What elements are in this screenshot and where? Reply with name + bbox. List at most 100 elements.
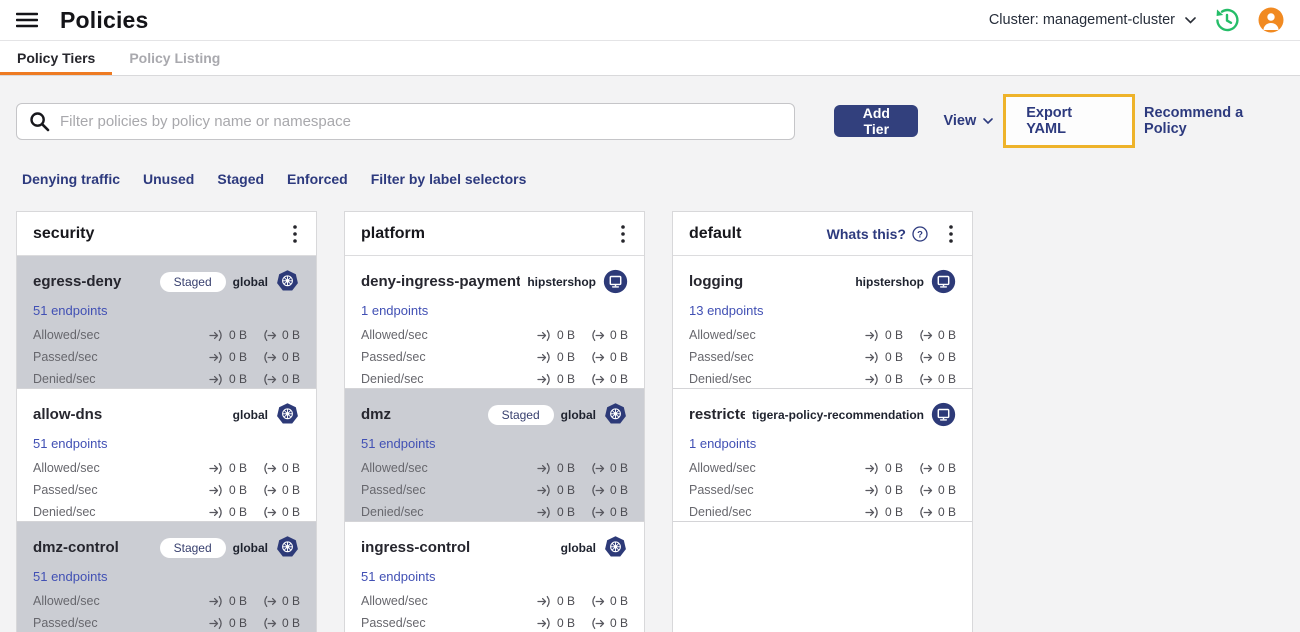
endpoints-link[interactable]: 51 endpoints [33, 436, 107, 451]
ingress-stat: 0 B [209, 616, 247, 630]
page-content: Add Tier View Export YAML Recommend a Po… [0, 76, 1300, 632]
policy-card[interactable]: dmz Staged global 51 endpoints Allowed/sec 0 … [345, 389, 644, 522]
egress-stat: 0 B [590, 594, 628, 608]
stat-label: Passed/sec [689, 350, 754, 364]
policy-stat-row: Denied/sec 0 B 0 B [689, 505, 956, 519]
ingress-arrow-icon [209, 329, 224, 342]
policy-search-input[interactable] [60, 112, 783, 130]
question-circle-icon: ? [912, 225, 928, 242]
kebab-menu-icon[interactable] [616, 224, 630, 244]
endpoints-link[interactable]: 51 endpoints [33, 569, 107, 584]
ingress-arrow-icon [209, 506, 224, 519]
policy-card-top: dmz Staged global [361, 402, 628, 427]
search-icon [30, 111, 50, 131]
ingress-stat-value: 0 B [556, 461, 575, 475]
svg-text:?: ? [917, 229, 923, 240]
policy-stat-row: Denied/sec 0 B 0 B [689, 372, 956, 386]
egress-stat: 0 B [918, 350, 956, 364]
ingress-stat: 0 B [865, 461, 903, 475]
recommend-policy-button[interactable]: Recommend a Policy [1144, 105, 1284, 137]
export-yaml-button[interactable]: Export YAML [1026, 105, 1112, 137]
tab-policy-tiers[interactable]: Policy Tiers [0, 41, 113, 75]
endpoints-link[interactable]: 13 endpoints [689, 303, 763, 318]
ingress-stat-value: 0 B [556, 372, 575, 386]
endpoints-link[interactable]: 1 endpoints [689, 436, 756, 451]
ingress-stat: 0 B [537, 483, 575, 497]
egress-arrow-icon [590, 373, 605, 386]
tiers-row: security egress-deny Staged global 51 endpoi… [16, 211, 1284, 632]
kebab-menu-icon[interactable] [288, 224, 302, 244]
ingress-stat: 0 B [209, 594, 247, 608]
ingress-stat-value: 0 B [556, 505, 575, 519]
policy-stat-row: Allowed/sec 0 B 0 B [361, 461, 628, 475]
egress-stat-value: 0 B [937, 483, 956, 497]
egress-stat-value: 0 B [281, 350, 300, 364]
kubernetes-global-icon [275, 535, 300, 560]
ingress-arrow-icon [209, 484, 224, 497]
view-dropdown[interactable]: View [943, 113, 994, 129]
policy-scope-label: hipstershop [527, 274, 596, 289]
policy-card[interactable]: restricted tigera-policy-recommendation 1 … [673, 389, 972, 522]
egress-arrow-icon [590, 617, 605, 630]
ingress-stat-value: 0 B [228, 328, 247, 342]
policy-card[interactable]: ingress-control global 51 endpoints Allowed… [345, 522, 644, 632]
ingress-stat: 0 B [865, 505, 903, 519]
cluster-selector[interactable]: Cluster: management-cluster [989, 12, 1196, 28]
ingress-stat-value: 0 B [228, 505, 247, 519]
ingress-stat: 0 B [209, 372, 247, 386]
stat-label: Allowed/sec [361, 461, 428, 475]
add-tier-button[interactable]: Add Tier [834, 105, 919, 137]
ingress-arrow-icon [209, 617, 224, 630]
ingress-arrow-icon [209, 462, 224, 475]
endpoints-link[interactable]: 51 endpoints [361, 569, 435, 584]
ingress-arrow-icon [537, 595, 552, 608]
stat-label: Passed/sec [361, 616, 426, 630]
policy-card[interactable]: dmz-control Staged global 51 endpoints Allow… [17, 522, 316, 632]
ingress-arrow-icon [865, 462, 880, 475]
policy-card[interactable]: deny-ingress-paymentservi… hipstershop 1 e… [345, 256, 644, 389]
kebab-menu-icon[interactable] [944, 224, 958, 244]
policy-stat-row: Passed/sec 0 B 0 B [33, 350, 300, 364]
egress-stat: 0 B [590, 505, 628, 519]
stat-label: Passed/sec [33, 350, 98, 364]
policy-scope-label: global [232, 407, 268, 422]
filter-by-label-selectors[interactable]: Filter by label selectors [371, 171, 527, 187]
ingress-stat: 0 B [537, 594, 575, 608]
ingress-stat: 0 B [209, 505, 247, 519]
tier-column-security: security egress-deny Staged global 51 endpoi… [16, 211, 317, 632]
policy-stat-row: Passed/sec 0 B 0 B [33, 483, 300, 497]
whats-this-link[interactable]: Whats this?? [827, 226, 928, 242]
ingress-stat: 0 B [209, 350, 247, 364]
stat-label: Allowed/sec [689, 328, 756, 342]
kubernetes-global-icon [603, 535, 628, 560]
policy-card[interactable]: egress-deny Staged global 51 endpoints Allow… [17, 256, 316, 389]
filter-staged[interactable]: Staged [217, 171, 264, 187]
egress-arrow-icon [590, 506, 605, 519]
ingress-arrow-icon [537, 617, 552, 630]
tier-title: platform [361, 224, 425, 242]
egress-stat-value: 0 B [609, 461, 628, 475]
ingress-stat-value: 0 B [556, 616, 575, 630]
tab-policy-listing[interactable]: Policy Listing [112, 41, 237, 75]
egress-arrow-icon [262, 506, 277, 519]
ingress-stat: 0 B [537, 616, 575, 630]
stat-label: Allowed/sec [33, 461, 100, 475]
policy-card[interactable]: allow-dns global 51 endpoints Allowed/sec 0 … [17, 389, 316, 522]
user-avatar-icon[interactable] [1258, 7, 1284, 33]
filter-enforced[interactable]: Enforced [287, 171, 348, 187]
ingress-arrow-icon [537, 506, 552, 519]
ingress-arrow-icon [865, 484, 880, 497]
egress-stat: 0 B [590, 483, 628, 497]
ingress-stat-value: 0 B [884, 350, 903, 364]
policy-card[interactable]: logging hipstershop 13 endpoints Allowed/se… [673, 256, 972, 389]
filter-unused[interactable]: Unused [143, 171, 194, 187]
endpoints-link[interactable]: 51 endpoints [361, 436, 435, 451]
stat-label: Denied/sec [33, 372, 96, 386]
egress-stat: 0 B [262, 350, 300, 364]
history-icon[interactable] [1214, 7, 1240, 33]
hamburger-menu-icon[interactable] [16, 11, 40, 29]
endpoints-link[interactable]: 1 endpoints [361, 303, 428, 318]
endpoints-link[interactable]: 51 endpoints [33, 303, 107, 318]
egress-stat: 0 B [262, 328, 300, 342]
filter-denying-traffic[interactable]: Denying traffic [22, 171, 120, 187]
